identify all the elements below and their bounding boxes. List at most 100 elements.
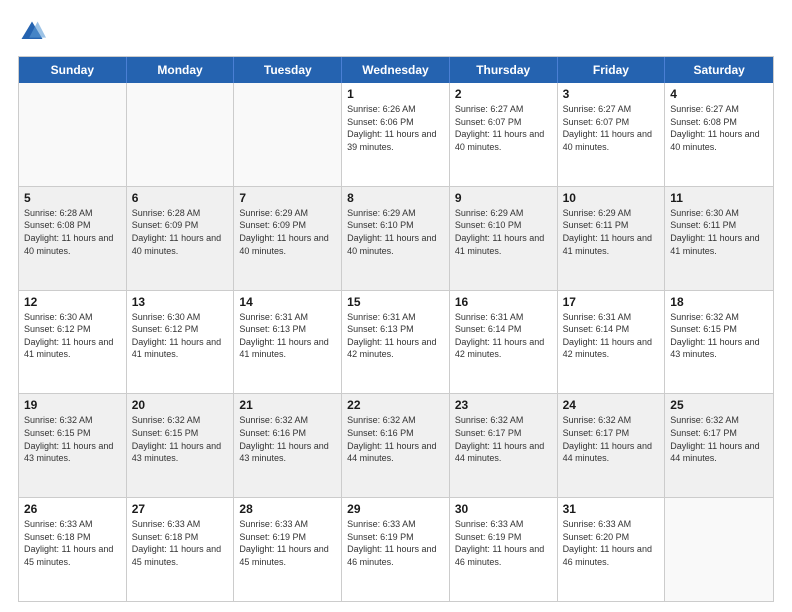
calendar-cell-day-2: 2 Sunrise: 6:27 AMSunset: 6:07 PMDaylight… <box>450 83 558 186</box>
day-number: 24 <box>563 398 660 412</box>
calendar-cell-day-23: 23Sunrise: 6:32 AMSunset: 6:17 PMDayligh… <box>450 394 558 497</box>
calendar-cell-day-14: 14Sunrise: 6:31 AMSunset: 6:13 PMDayligh… <box>234 291 342 394</box>
cell-sun-info: Sunrise: 6:32 AMSunset: 6:15 PMDaylight:… <box>670 311 768 361</box>
calendar-cell-day-15: 15 Sunrise: 6:31 AMSunset: 6:13 PMDayligh… <box>342 291 450 394</box>
day-number: 12 <box>24 295 121 309</box>
day-number: 22 <box>347 398 444 412</box>
cell-sun-info: Sunrise: 6:28 AMSunset: 6:08 PMDaylight:… <box>24 207 121 257</box>
calendar-cell-day-22: 22 Sunrise: 6:32 AMSunset: 6:16 PMDayligh… <box>342 394 450 497</box>
logo-icon <box>18 18 46 46</box>
logo <box>18 18 48 46</box>
calendar-cell-day-16: 16 Sunrise: 6:31 AMSunset: 6:14 PMDayligh… <box>450 291 558 394</box>
cell-sun-info: Sunrise: 6:31 AMSunset: 6:13 PMDaylight:… <box>347 311 444 361</box>
calendar-cell-day-7: 7 Sunrise: 6:29 AMSunset: 6:09 PMDaylight… <box>234 187 342 290</box>
cell-sun-info: Sunrise: 6:29 AMSunset: 6:10 PMDaylight:… <box>455 207 552 257</box>
cell-sun-info: Sunrise: 6:30 AMSunset: 6:12 PMDaylight:… <box>24 311 121 361</box>
day-number: 29 <box>347 502 444 516</box>
calendar-cell-empty-0-2 <box>234 83 342 186</box>
cell-sun-info: Sunrise: 6:31 AMSunset: 6:14 PMDaylight:… <box>455 311 552 361</box>
calendar-cell-day-3: 3 Sunrise: 6:27 AMSunset: 6:07 PMDaylight… <box>558 83 666 186</box>
calendar-header-row: SundayMondayTuesdayWednesdayThursdayFrid… <box>19 57 773 83</box>
calendar-cell-day-1: 1 Sunrise: 6:26 AMSunset: 6:06 PMDaylight… <box>342 83 450 186</box>
day-number: 6 <box>132 191 229 205</box>
cell-sun-info: Sunrise: 6:29 AMSunset: 6:10 PMDaylight:… <box>347 207 444 257</box>
header-day-tuesday: Tuesday <box>234 57 342 83</box>
cell-sun-info: Sunrise: 6:33 AMSunset: 6:18 PMDaylight:… <box>132 518 229 568</box>
header-day-monday: Monday <box>127 57 235 83</box>
calendar-week-4: 19 Sunrise: 6:32 AMSunset: 6:15 PMDayligh… <box>19 394 773 498</box>
day-number: 20 <box>132 398 229 412</box>
cell-sun-info: Sunrise: 6:32 AMSunset: 6:16 PMDaylight:… <box>239 414 336 464</box>
day-number: 4 <box>670 87 768 101</box>
day-number: 18 <box>670 295 768 309</box>
header-day-saturday: Saturday <box>665 57 773 83</box>
calendar-cell-day-27: 27 Sunrise: 6:33 AMSunset: 6:18 PMDayligh… <box>127 498 235 601</box>
cell-sun-info: Sunrise: 6:33 AMSunset: 6:19 PMDaylight:… <box>239 518 336 568</box>
calendar-cell-day-25: 25 Sunrise: 6:32 AMSunset: 6:17 PMDayligh… <box>665 394 773 497</box>
cell-sun-info: Sunrise: 6:30 AMSunset: 6:12 PMDaylight:… <box>132 311 229 361</box>
calendar-cell-day-10: 10Sunrise: 6:29 AMSunset: 6:11 PMDayligh… <box>558 187 666 290</box>
day-number: 3 <box>563 87 660 101</box>
day-number: 15 <box>347 295 444 309</box>
day-number: 9 <box>455 191 552 205</box>
calendar-cell-day-9: 9 Sunrise: 6:29 AMSunset: 6:10 PMDaylight… <box>450 187 558 290</box>
day-number: 8 <box>347 191 444 205</box>
day-number: 31 <box>563 502 660 516</box>
calendar-week-5: 26 Sunrise: 6:33 AMSunset: 6:18 PMDayligh… <box>19 498 773 601</box>
cell-sun-info: Sunrise: 6:32 AMSunset: 6:15 PMDaylight:… <box>132 414 229 464</box>
day-number: 26 <box>24 502 121 516</box>
day-number: 28 <box>239 502 336 516</box>
cell-sun-info: Sunrise: 6:27 AMSunset: 6:08 PMDaylight:… <box>670 103 768 153</box>
cell-sun-info: Sunrise: 6:31 AMSunset: 6:14 PMDaylight:… <box>563 311 660 361</box>
calendar-cell-day-5: 5 Sunrise: 6:28 AMSunset: 6:08 PMDaylight… <box>19 187 127 290</box>
day-number: 25 <box>670 398 768 412</box>
day-number: 17 <box>563 295 660 309</box>
cell-sun-info: Sunrise: 6:27 AMSunset: 6:07 PMDaylight:… <box>563 103 660 153</box>
day-number: 1 <box>347 87 444 101</box>
calendar-cell-day-20: 20 Sunrise: 6:32 AMSunset: 6:15 PMDayligh… <box>127 394 235 497</box>
header <box>18 18 774 46</box>
calendar-cell-empty-0-1 <box>127 83 235 186</box>
cell-sun-info: Sunrise: 6:26 AMSunset: 6:06 PMDaylight:… <box>347 103 444 153</box>
day-number: 5 <box>24 191 121 205</box>
day-number: 2 <box>455 87 552 101</box>
calendar-cell-day-28: 28 Sunrise: 6:33 AMSunset: 6:19 PMDayligh… <box>234 498 342 601</box>
day-number: 19 <box>24 398 121 412</box>
cell-sun-info: Sunrise: 6:27 AMSunset: 6:07 PMDaylight:… <box>455 103 552 153</box>
calendar-cell-day-24: 24 Sunrise: 6:32 AMSunset: 6:17 PMDayligh… <box>558 394 666 497</box>
calendar-cell-day-17: 17 Sunrise: 6:31 AMSunset: 6:14 PMDayligh… <box>558 291 666 394</box>
cell-sun-info: Sunrise: 6:30 AMSunset: 6:11 PMDaylight:… <box>670 207 768 257</box>
calendar-cell-day-13: 13 Sunrise: 6:30 AMSunset: 6:12 PMDayligh… <box>127 291 235 394</box>
day-number: 30 <box>455 502 552 516</box>
cell-sun-info: Sunrise: 6:32 AMSunset: 6:17 PMDaylight:… <box>563 414 660 464</box>
cell-sun-info: Sunrise: 6:32 AMSunset: 6:17 PMDaylight:… <box>670 414 768 464</box>
cell-sun-info: Sunrise: 6:32 AMSunset: 6:16 PMDaylight:… <box>347 414 444 464</box>
day-number: 21 <box>239 398 336 412</box>
day-number: 16 <box>455 295 552 309</box>
calendar-week-2: 5 Sunrise: 6:28 AMSunset: 6:08 PMDaylight… <box>19 187 773 291</box>
calendar-cell-day-19: 19 Sunrise: 6:32 AMSunset: 6:15 PMDayligh… <box>19 394 127 497</box>
calendar-cell-empty-4-6 <box>665 498 773 601</box>
cell-sun-info: Sunrise: 6:33 AMSunset: 6:19 PMDaylight:… <box>455 518 552 568</box>
cell-sun-info: Sunrise: 6:29 AMSunset: 6:09 PMDaylight:… <box>239 207 336 257</box>
calendar-cell-day-11: 11 Sunrise: 6:30 AMSunset: 6:11 PMDayligh… <box>665 187 773 290</box>
calendar-week-1: 1 Sunrise: 6:26 AMSunset: 6:06 PMDaylight… <box>19 83 773 187</box>
calendar-body: 1 Sunrise: 6:26 AMSunset: 6:06 PMDaylight… <box>19 83 773 601</box>
cell-sun-info: Sunrise: 6:31 AMSunset: 6:13 PMDaylight:… <box>239 311 336 361</box>
calendar-week-3: 12 Sunrise: 6:30 AMSunset: 6:12 PMDayligh… <box>19 291 773 395</box>
calendar-cell-day-31: 31Sunrise: 6:33 AMSunset: 6:20 PMDayligh… <box>558 498 666 601</box>
day-number: 13 <box>132 295 229 309</box>
day-number: 23 <box>455 398 552 412</box>
header-day-wednesday: Wednesday <box>342 57 450 83</box>
cell-sun-info: Sunrise: 6:32 AMSunset: 6:15 PMDaylight:… <box>24 414 121 464</box>
day-number: 10 <box>563 191 660 205</box>
cell-sun-info: Sunrise: 6:33 AMSunset: 6:18 PMDaylight:… <box>24 518 121 568</box>
day-number: 27 <box>132 502 229 516</box>
calendar-cell-day-12: 12 Sunrise: 6:30 AMSunset: 6:12 PMDayligh… <box>19 291 127 394</box>
calendar-cell-day-29: 29Sunrise: 6:33 AMSunset: 6:19 PMDayligh… <box>342 498 450 601</box>
cell-sun-info: Sunrise: 6:28 AMSunset: 6:09 PMDaylight:… <box>132 207 229 257</box>
header-day-thursday: Thursday <box>450 57 558 83</box>
calendar-cell-day-18: 18 Sunrise: 6:32 AMSunset: 6:15 PMDayligh… <box>665 291 773 394</box>
day-number: 11 <box>670 191 768 205</box>
day-number: 7 <box>239 191 336 205</box>
